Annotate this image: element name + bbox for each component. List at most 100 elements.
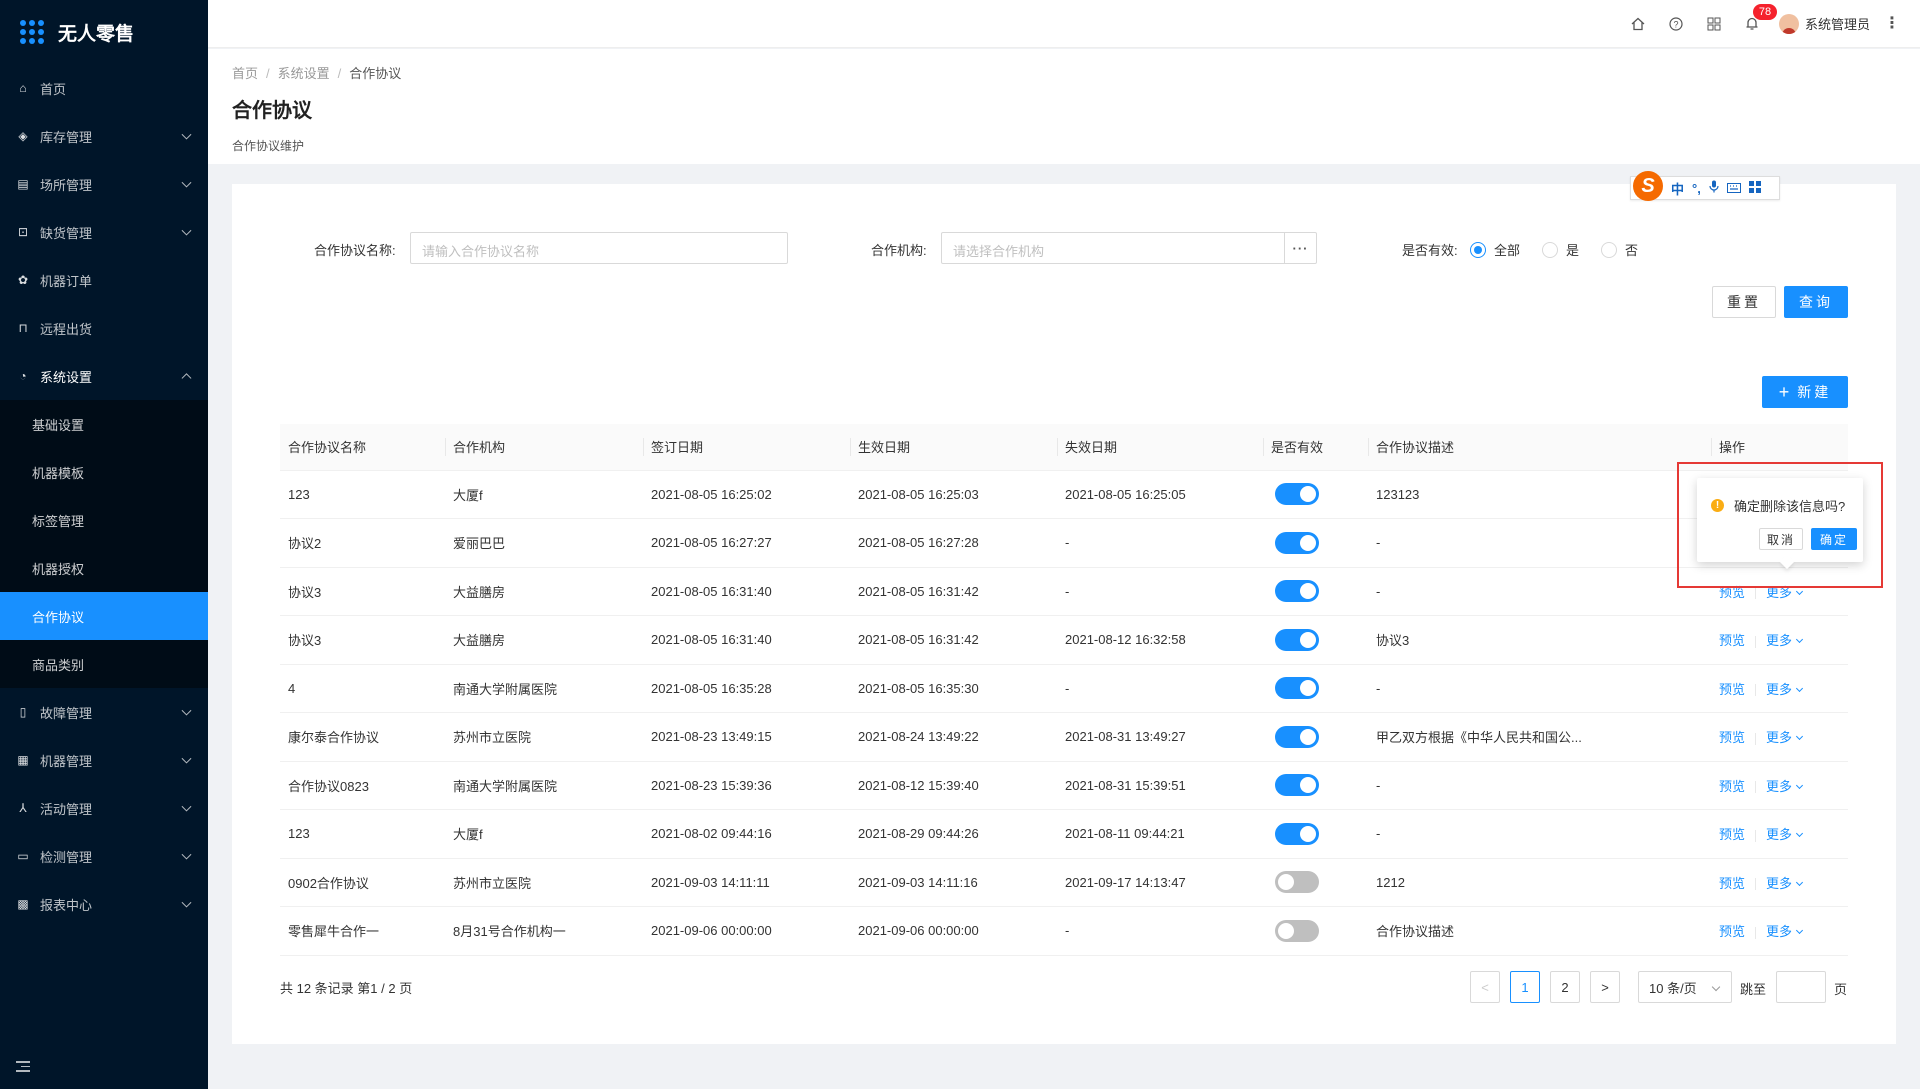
valid-toggle-switch[interactable] xyxy=(1275,822,1319,845)
collapse-menu-icon[interactable] xyxy=(16,1061,30,1073)
sidebar-subitem[interactable]: 商品类别 xyxy=(0,640,208,688)
cell-effect: 2021-08-05 16:35:30 xyxy=(850,664,1057,713)
sidebar-item-6[interactable]: ◔ 系统设置 xyxy=(0,352,208,400)
sidebar-subitem[interactable]: 基础设置 xyxy=(0,400,208,448)
more-dropdown-link[interactable]: 更多 xyxy=(1766,876,1804,891)
org-picker-button[interactable]: ··· xyxy=(1284,233,1316,263)
cell-effect: 2021-08-12 15:39:40 xyxy=(850,761,1057,810)
cell-name: 123 xyxy=(280,470,445,519)
app-logo[interactable]: 无人零售 xyxy=(0,0,208,64)
sidebar-item-4[interactable]: ✿ 机器订单 xyxy=(0,256,208,304)
sidebar-item-label: 远程出货 xyxy=(40,321,93,337)
sidebar-item-3[interactable]: ⊡ 缺货管理 xyxy=(0,208,208,256)
ime-tools-icon[interactable] xyxy=(1748,180,1761,196)
sidebar-subitem[interactable]: 标签管理 xyxy=(0,496,208,544)
chevron-down-icon xyxy=(181,849,192,860)
popconfirm-message: 确定删除该信息吗? xyxy=(1734,499,1846,514)
more-dropdown-link[interactable]: 更多 xyxy=(1766,730,1804,745)
preview-link[interactable]: 预览 xyxy=(1719,876,1745,891)
pagination-page-1[interactable]: 1 xyxy=(1510,971,1540,1003)
agreement-name-input[interactable]: 请输入合作协议名称 xyxy=(410,232,788,264)
valid-toggle-switch[interactable] xyxy=(1275,725,1319,748)
sidebar-item-8[interactable]: ▦ 机器管理 xyxy=(0,736,208,784)
valid-radio-option[interactable]: 否 xyxy=(1601,240,1638,259)
sidebar-item-9[interactable]: ⅄ 活动管理 xyxy=(0,784,208,832)
page-size-select[interactable]: 10 条/页 xyxy=(1638,971,1732,1003)
notification-bell-icon[interactable]: 78 xyxy=(1733,0,1777,48)
preview-link[interactable]: 预览 xyxy=(1719,633,1745,648)
pagination-prev-button[interactable]: < xyxy=(1470,971,1500,1003)
breadcrumb-item[interactable]: 首页 xyxy=(232,66,258,81)
cell-effect: 2021-08-05 16:27:28 xyxy=(850,518,1057,568)
more-dropdown-link[interactable]: 更多 xyxy=(1766,633,1804,648)
sidebar-subitem[interactable]: 机器模板 xyxy=(0,448,208,496)
preview-link[interactable]: 预览 xyxy=(1719,585,1745,600)
cell-expire: 2021-09-17 14:13:47 xyxy=(1057,858,1263,907)
preview-link[interactable]: 预览 xyxy=(1719,682,1745,697)
sidebar-item-5[interactable]: ⊓ 远程出货 xyxy=(0,304,208,352)
home-icon[interactable] xyxy=(1619,0,1657,48)
more-dropdown-link[interactable]: 更多 xyxy=(1766,682,1804,697)
org-select-input[interactable]: 请选择合作机构 ··· xyxy=(941,232,1317,264)
table-row: 123 大厦f 2021-08-05 16:25:02 2021-08-05 16:2… xyxy=(280,470,1848,519)
preview-link[interactable]: 预览 xyxy=(1719,730,1745,745)
sidebar-item-7[interactable]: ▯ 故障管理 xyxy=(0,688,208,736)
sidebar-item-2[interactable]: ▤ 场所管理 xyxy=(0,160,208,208)
sidebar-subitem[interactable]: 机器授权 xyxy=(0,544,208,592)
ime-keyboard-icon[interactable] xyxy=(1726,181,1741,196)
help-icon[interactable]: ? xyxy=(1657,0,1695,48)
ime-chinese-mode[interactable]: 中 xyxy=(1671,179,1684,198)
cell-sign: 2021-09-06 00:00:00 xyxy=(643,906,850,956)
sidebar-item-label: 系统设置 xyxy=(40,369,93,385)
more-dropdown-link[interactable]: 更多 xyxy=(1766,779,1804,794)
sidebar-subitem[interactable]: 合作协议 xyxy=(0,592,208,640)
page-description: 合作协议维护 xyxy=(232,139,305,153)
avatar xyxy=(1778,13,1799,34)
popconfirm-ok-button[interactable]: 确定 xyxy=(1811,528,1857,550)
valid-radio-option[interactable]: 全部 xyxy=(1470,240,1520,259)
cell-effect: 2021-08-05 16:25:03 xyxy=(850,470,1057,519)
ime-punctuation-icon[interactable]: °, xyxy=(1692,181,1701,196)
valid-toggle-switch[interactable] xyxy=(1275,531,1319,554)
cell-ops: 预览 更多 xyxy=(1711,858,1848,907)
ime-mic-icon[interactable] xyxy=(1709,180,1719,196)
radio-label: 全部 xyxy=(1494,243,1521,258)
cell-name: 零售犀牛合作一 xyxy=(280,906,445,956)
more-dropdown-link[interactable]: 更多 xyxy=(1766,924,1804,939)
valid-toggle-switch[interactable] xyxy=(1275,628,1319,651)
valid-toggle-switch[interactable] xyxy=(1275,871,1319,894)
column-header: 合作机构 xyxy=(445,424,643,471)
cell-name: 协议3 xyxy=(280,615,445,665)
more-dropdown-link[interactable]: 更多 xyxy=(1766,585,1804,600)
sidebar-item-10[interactable]: ▭ 检测管理 xyxy=(0,832,208,880)
ime-toolbar[interactable]: S 中 °, xyxy=(1630,171,1780,201)
cell-name: 4 xyxy=(280,664,445,713)
preview-link[interactable]: 预览 xyxy=(1719,827,1745,842)
sidebar-item-label: 场所管理 xyxy=(40,177,93,193)
more-vertical-icon[interactable]: ⋮ xyxy=(1884,15,1900,32)
valid-toggle-switch[interactable] xyxy=(1275,483,1319,506)
valid-toggle-switch[interactable] xyxy=(1275,580,1319,603)
user-menu[interactable]: 系统管理员 xyxy=(1778,13,1870,34)
apps-icon[interactable] xyxy=(1695,0,1733,48)
sidebar-item-11[interactable]: ▩ 报表中心 xyxy=(0,880,208,928)
column-header: 合作协议名称 xyxy=(280,424,445,471)
breadcrumb-item[interactable]: 系统设置 xyxy=(278,66,330,81)
machine-icon: ▦ xyxy=(17,753,29,767)
preview-link[interactable]: 预览 xyxy=(1719,924,1745,939)
valid-toggle-switch[interactable] xyxy=(1275,677,1319,700)
query-button[interactable]: 查询 xyxy=(1784,286,1848,318)
reset-button[interactable]: 重置 xyxy=(1712,286,1776,318)
popconfirm-cancel-button[interactable]: 取消 xyxy=(1759,528,1803,550)
sidebar-item-0[interactable]: ⌂ 首页 xyxy=(0,64,208,112)
pagination-page-2[interactable]: 2 xyxy=(1550,971,1580,1003)
preview-link[interactable]: 预览 xyxy=(1719,779,1745,794)
more-dropdown-link[interactable]: 更多 xyxy=(1766,827,1804,842)
new-button[interactable]: + 新建 xyxy=(1762,376,1848,408)
jump-page-input[interactable] xyxy=(1776,971,1826,1003)
valid-toggle-switch[interactable] xyxy=(1275,774,1319,797)
valid-radio-option[interactable]: 是 xyxy=(1542,240,1579,259)
valid-toggle-switch[interactable] xyxy=(1275,919,1319,942)
sidebar-item-1[interactable]: ◈ 库存管理 xyxy=(0,112,208,160)
pagination-next-button[interactable]: > xyxy=(1590,971,1620,1003)
